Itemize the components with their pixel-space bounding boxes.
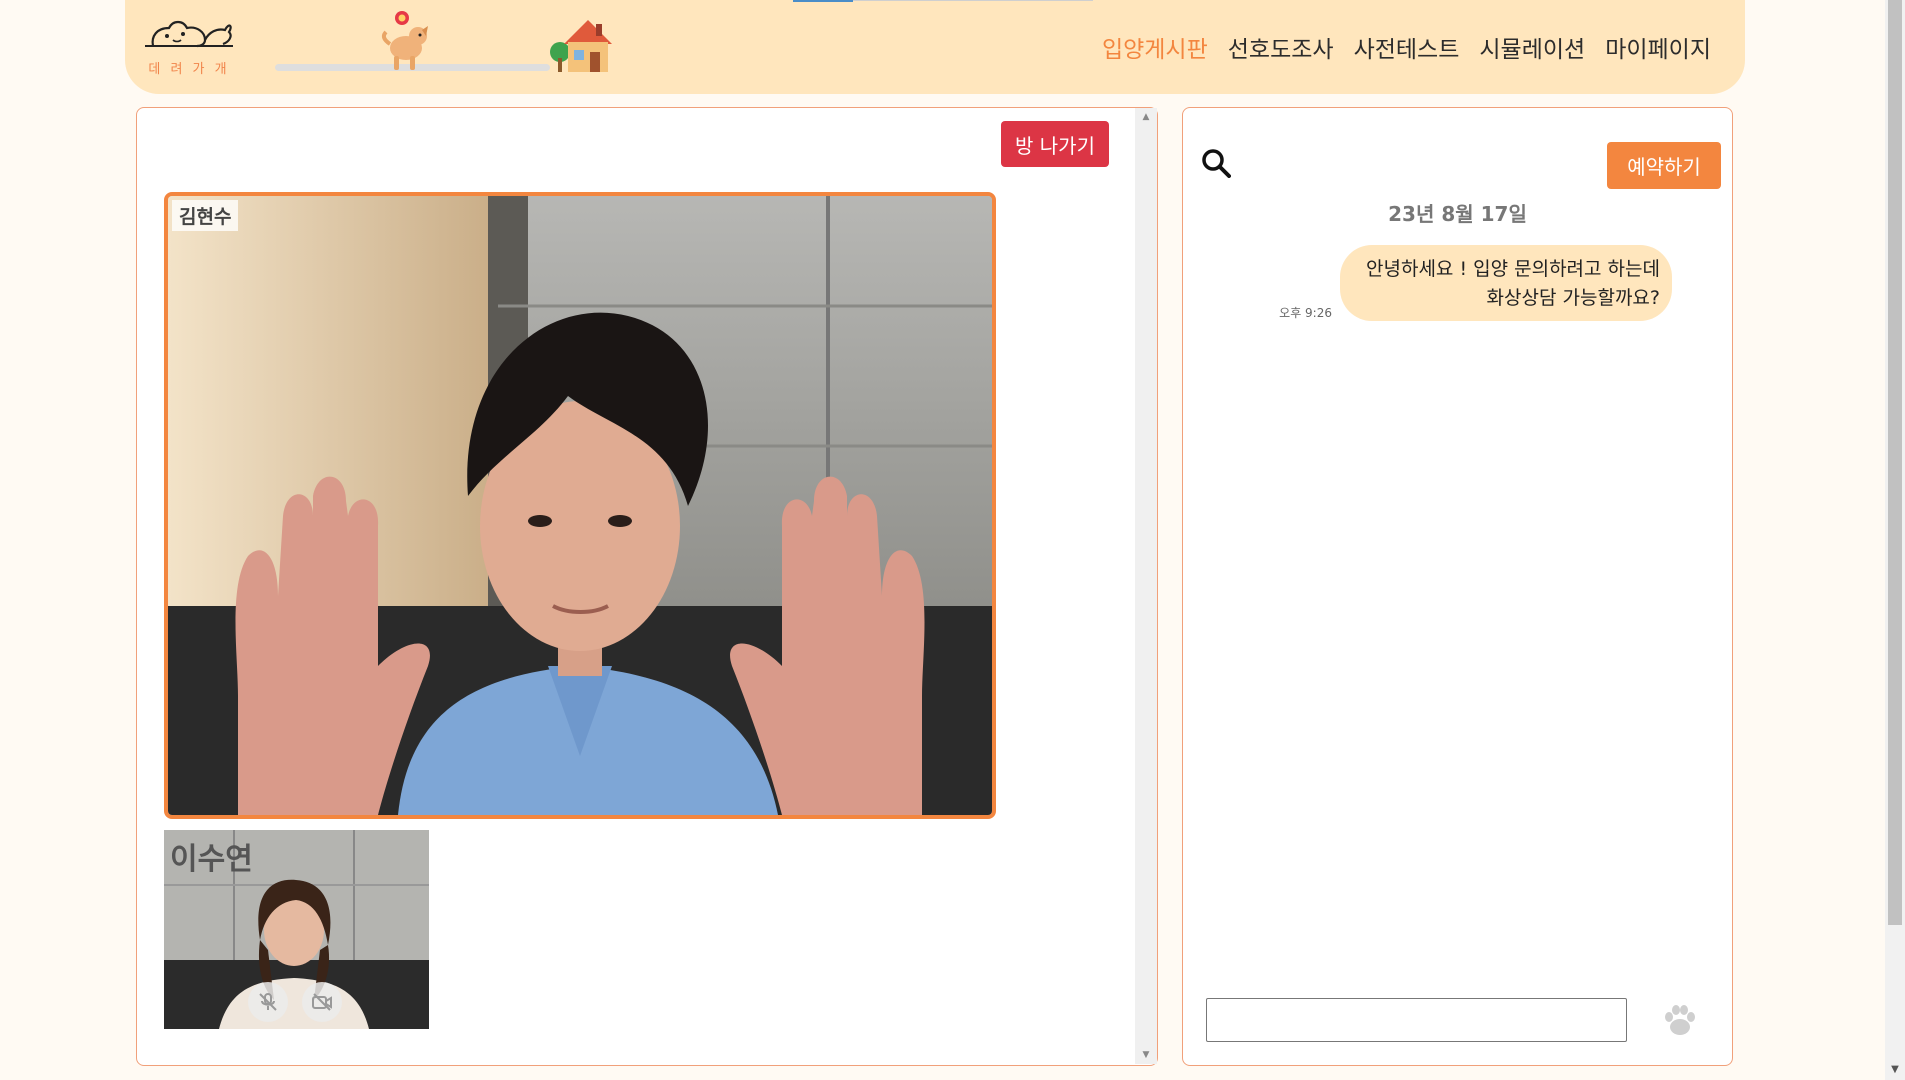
chat-input[interactable]: [1206, 998, 1627, 1042]
chat-date: 23년 8월 17일: [1388, 202, 1527, 226]
sub-participant-name: 이수연: [170, 842, 253, 877]
scroll-down-icon[interactable]: ▼: [1135, 1048, 1157, 1062]
nav-pre-test[interactable]: 사전테스트: [1354, 30, 1460, 64]
loading-track: [853, 0, 1093, 1]
main-participant-name: 김현수: [172, 200, 239, 231]
nav-my-page[interactable]: 마이페이지: [1605, 30, 1711, 64]
leave-room-button[interactable]: 방 나가기: [1001, 121, 1109, 167]
chat-message-line: 안녕하세요 ! 입양 문의하려고 하는데: [1366, 258, 1660, 280]
paw-icon[interactable]: [1660, 1000, 1700, 1040]
logo-text: 데 려 가 개: [148, 62, 230, 77]
dog-progress-icon: [378, 10, 434, 74]
chat-message-bubble: 안녕하세요 ! 입양 문의하려고 하는데 화상상담 가능할까요?: [1340, 245, 1672, 321]
search-icon[interactable]: [1201, 148, 1231, 178]
main-video-stream[interactable]: 김현수: [164, 192, 996, 819]
nav-simulation[interactable]: 시뮬레이션: [1479, 30, 1585, 64]
nav-adoption-board[interactable]: 입양게시판: [1102, 30, 1208, 64]
logo[interactable]: 데 려 가 개: [139, 12, 239, 84]
loading-indicator: [793, 0, 853, 2]
nav-preference-survey[interactable]: 선호도조사: [1228, 30, 1334, 64]
page-scroll-thumb[interactable]: [1888, 0, 1902, 925]
chat-message-time: 오후 9:26: [1279, 306, 1332, 320]
mic-off-icon[interactable]: [248, 982, 288, 1022]
main-nav: 입양게시판 선호도조사 사전테스트 시뮬레이션 마이페이지: [1102, 30, 1711, 64]
chat-message-line: 화상상담 가능할까요?: [1486, 287, 1660, 309]
scroll-up-icon[interactable]: ▲: [1135, 110, 1157, 124]
house-icon: [550, 16, 616, 74]
dog-logo-icon: [145, 20, 233, 48]
sub-video-stream[interactable]: 이수연: [164, 830, 429, 1029]
reserve-button[interactable]: 예약하기: [1607, 142, 1721, 189]
participant-video-frame: [168, 196, 992, 815]
page-scrollbar[interactable]: ▼: [1885, 0, 1905, 1080]
top-header: 데 려 가 개 입양게시판 선호도조사 사전테스트 시뮬레이션 마이페이지: [125, 0, 1745, 94]
video-panel-scrollbar[interactable]: ▲ ▼: [1135, 108, 1157, 1064]
scroll-down-icon[interactable]: ▼: [1885, 1064, 1905, 1080]
camera-off-icon[interactable]: [302, 982, 342, 1022]
